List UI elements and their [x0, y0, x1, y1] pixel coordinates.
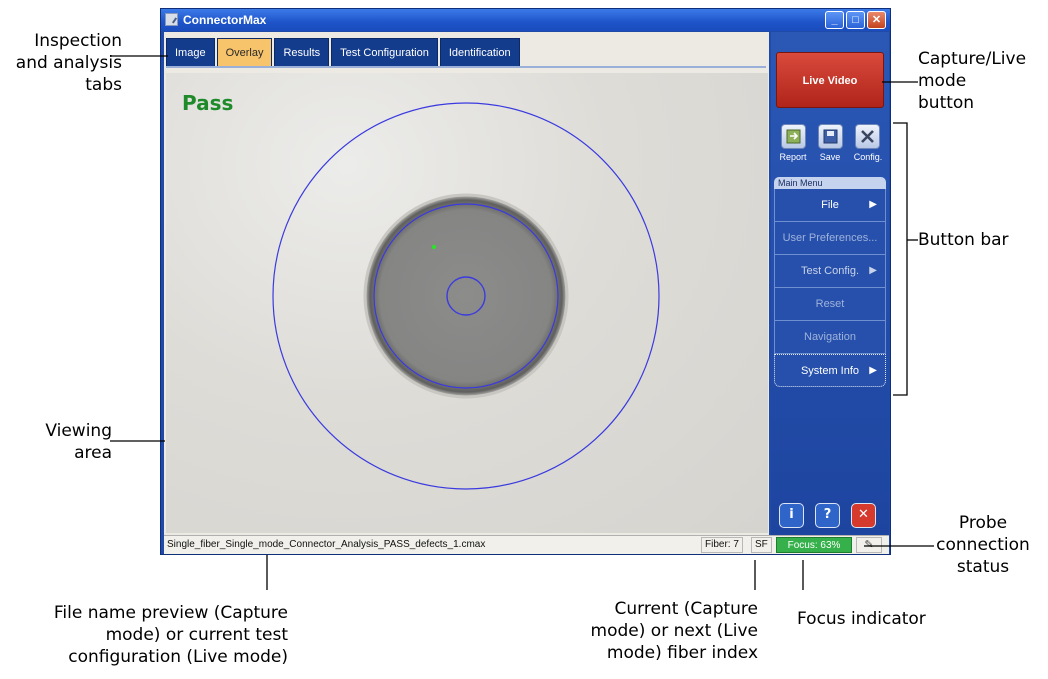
menu-item-file[interactable]: File ▶ — [774, 189, 886, 222]
fiber-index: Fiber: 7 — [701, 537, 743, 553]
callout-fiber-index: Current (Capture mode) or next (Live mod… — [590, 599, 758, 663]
menu-item-test-config[interactable]: Test Config. ▶ — [774, 255, 886, 288]
help-button[interactable]: ? — [815, 503, 840, 528]
save-button[interactable] — [818, 124, 843, 149]
fiber-mode: SF — [751, 537, 772, 553]
file-name-preview: Single_fiber_Single_mode_Connector_Analy… — [167, 539, 486, 550]
menu-item-navigation-label: Navigation — [804, 331, 856, 343]
callout-viewing-area: Viewing area — [45, 421, 112, 463]
viewing-area[interactable]: Pass — [166, 73, 768, 533]
fiber-image — [272, 102, 660, 490]
menu-item-file-label: File — [821, 199, 839, 211]
exit-button[interactable]: ✕ — [851, 503, 876, 528]
tab-bar: Image Overlay Results Test Configuration… — [166, 38, 522, 66]
help-icon: ? — [823, 507, 832, 522]
tab-results[interactable]: Results — [274, 38, 330, 66]
tab-identification[interactable]: Identification — [439, 38, 520, 66]
tab-image[interactable]: Image — [166, 38, 215, 66]
callout-capture-live: Capture/Live mode button — [918, 49, 1027, 113]
config-icon — [861, 130, 874, 143]
status-bar: Single_fiber_Single_mode_Connector_Analy… — [164, 535, 889, 554]
menu-item-system-info-label: System Info — [800, 365, 860, 377]
report-icon — [786, 129, 801, 144]
left-pane: Image Overlay Results Test Configuration… — [164, 32, 769, 535]
report-label: Report — [779, 152, 807, 162]
chevron-right-icon: ▶ — [869, 199, 877, 210]
app-icon — [165, 13, 178, 26]
chevron-right-icon: ▶ — [869, 265, 877, 276]
tab-test-configuration[interactable]: Test Configuration — [331, 38, 438, 66]
maximize-button[interactable]: □ — [846, 11, 865, 29]
menu-item-system-info[interactable]: System Info ▶ — [774, 354, 886, 387]
config-button[interactable] — [855, 124, 880, 149]
callout-file-name: File name preview (Capture mode) or curr… — [53, 603, 288, 667]
save-icon — [823, 129, 838, 144]
callout-button-bar: Button bar — [918, 230, 1009, 250]
probe-connection-icon: ✎ — [856, 537, 882, 553]
main-menu-header: Main Menu — [774, 177, 886, 189]
defect-marker — [431, 244, 437, 250]
callout-focus: Focus indicator — [797, 609, 926, 629]
pass-result-label: Pass — [182, 91, 234, 115]
menu-item-reset-label: Reset — [815, 298, 845, 310]
menu-item-navigation[interactable]: Navigation — [774, 321, 886, 354]
cladding — [363, 193, 569, 399]
window-title: ConnectorMax — [183, 13, 267, 27]
menu-item-user-preferences-label: User Preferences... — [782, 232, 878, 244]
right-panel: Live Video Report Save Config. Main Menu… — [771, 32, 889, 535]
title-bar: ConnectorMax _ □ ✕ — [161, 9, 890, 31]
menu-item-reset[interactable]: Reset — [774, 288, 886, 321]
tab-divider — [166, 66, 766, 68]
connectormax-window: ConnectorMax _ □ ✕ Image Overlay Results… — [160, 8, 891, 555]
report-button[interactable] — [781, 124, 806, 149]
menu-item-test-config-label: Test Config. — [800, 265, 860, 277]
focus-indicator: Focus: 63% — [776, 537, 852, 553]
minimize-button[interactable]: _ — [825, 11, 844, 29]
callout-probe: Probe connection status — [936, 513, 1030, 577]
live-video-button[interactable]: Live Video — [776, 52, 884, 108]
info-button[interactable]: i — [779, 503, 804, 528]
chevron-right-icon: ▶ — [869, 365, 877, 376]
save-label: Save — [819, 152, 841, 162]
config-label: Config. — [853, 152, 883, 162]
close-button[interactable]: ✕ — [867, 11, 886, 29]
info-icon: i — [789, 507, 794, 522]
tab-overlay[interactable]: Overlay — [216, 38, 273, 66]
exit-icon: ✕ — [858, 507, 869, 522]
callout-tabs: Inspection and analysis tabs — [15, 31, 122, 95]
menu-item-user-preferences[interactable]: User Preferences... — [774, 222, 886, 255]
